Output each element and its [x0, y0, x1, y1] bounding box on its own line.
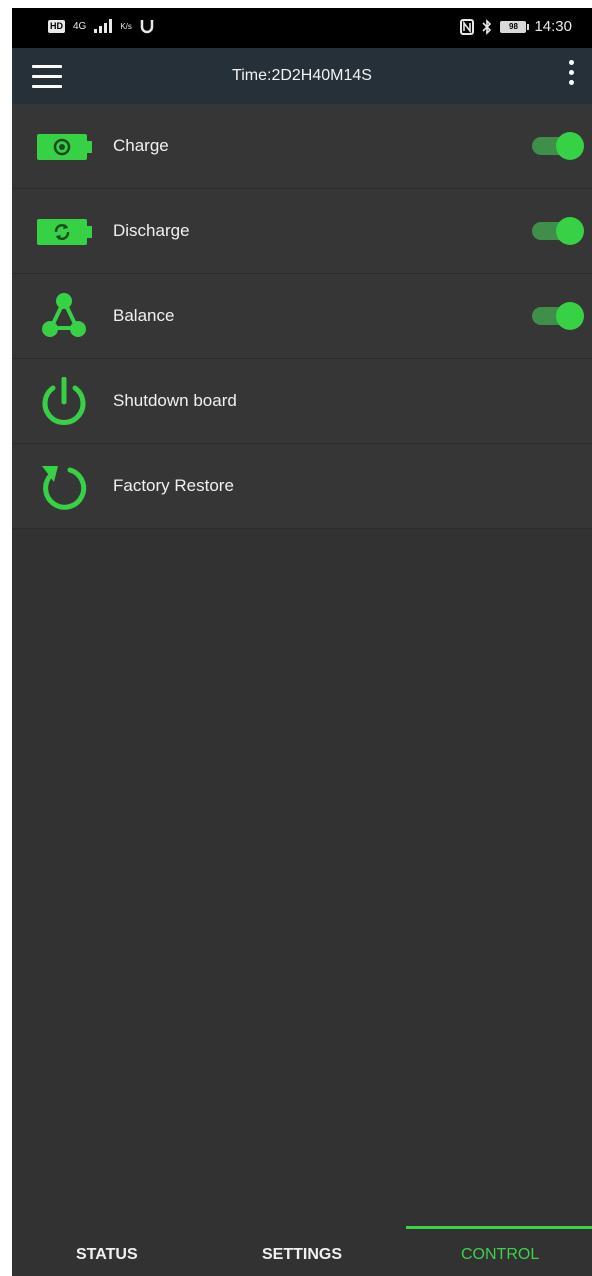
balance-network-icon	[34, 292, 94, 340]
restore-icon	[34, 462, 94, 510]
usb-icon	[140, 20, 154, 34]
status-bar: HD 4G K/s 98 14:30	[12, 8, 592, 48]
tab-settings[interactable]: SETTINGS	[262, 1246, 342, 1264]
battery-discharge-icon	[34, 207, 94, 255]
nfc-icon	[460, 18, 475, 35]
control-row-discharge[interactable]: Discharge	[12, 189, 592, 274]
phone-screen: HD 4G K/s 98 14:30 Time:2D2H40M14S Charg…	[12, 8, 592, 1276]
data-speed-label: K/s	[120, 21, 132, 31]
more-vert-icon[interactable]	[566, 60, 576, 92]
control-label: Shutdown board	[113, 391, 237, 410]
balance-toggle[interactable]	[528, 302, 584, 330]
control-label: Balance	[113, 306, 175, 325]
network-label: 4G	[73, 20, 87, 32]
signal-icon	[94, 19, 113, 33]
control-list: Charge Discharge Balance Shutdown board …	[12, 104, 592, 529]
clock: 14:30	[534, 18, 572, 35]
control-row-balance[interactable]: Balance	[12, 274, 592, 359]
control-row-shutdown[interactable]: Shutdown board	[12, 359, 592, 444]
charge-toggle[interactable]	[528, 132, 584, 160]
bottom-navigation: STATUS SETTINGS CONTROL	[12, 1224, 592, 1276]
tab-status[interactable]: STATUS	[76, 1246, 138, 1264]
discharge-toggle[interactable]	[528, 217, 584, 245]
power-icon	[34, 376, 94, 425]
bluetooth-icon	[482, 18, 492, 35]
hd-badge: HD	[48, 19, 65, 33]
tab-control[interactable]: CONTROL	[461, 1246, 539, 1264]
control-label: Factory Restore	[113, 476, 234, 495]
runtime-title: Time:2D2H40M14S	[232, 67, 372, 84]
battery-charge-icon	[34, 122, 94, 170]
control-label: Charge	[113, 136, 169, 155]
app-bar: Time:2D2H40M14S	[12, 48, 592, 104]
control-row-charge[interactable]: Charge	[12, 104, 592, 189]
battery-icon: 98	[500, 20, 530, 33]
control-row-factory-restore[interactable]: Factory Restore	[12, 444, 592, 529]
control-label: Discharge	[113, 221, 190, 240]
active-tab-indicator	[406, 1226, 592, 1229]
